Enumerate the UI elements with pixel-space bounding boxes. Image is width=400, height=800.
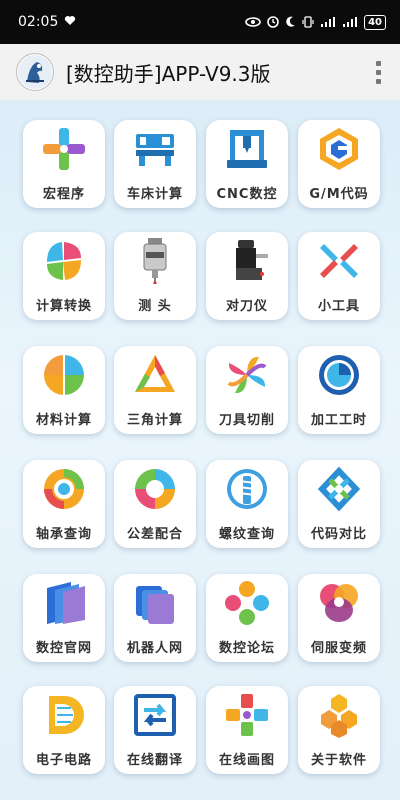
moon-icon — [285, 16, 296, 28]
tile-thread[interactable]: 螺纹查询 — [206, 460, 288, 548]
app-bar: [数控助手]APP-V9.3版 — [0, 44, 400, 100]
vibrate-icon — [302, 16, 314, 28]
tile-material-calc[interactable]: 材料计算 — [23, 346, 105, 434]
tile-tolerance[interactable]: 公差配合 — [114, 460, 196, 548]
tile-label: 三角计算 — [126, 413, 183, 428]
tile-machining-time[interactable]: 加工工时 — [298, 346, 380, 434]
lathe-icon — [132, 126, 178, 172]
thread-icon — [224, 466, 270, 512]
probe-icon — [132, 238, 178, 284]
tile-bearing[interactable]: 轴承查询 — [23, 460, 105, 548]
tile-label: 螺纹查询 — [218, 527, 275, 542]
tool-setter-icon — [224, 238, 270, 284]
tile-label: 刀具切削 — [218, 413, 275, 428]
tile-robot-network[interactable]: 机器人网 — [114, 574, 196, 662]
machining-time-icon — [316, 352, 362, 398]
battery-indicator: 40 — [364, 14, 386, 30]
triangle-icon — [132, 352, 178, 398]
tile-label: 在线翻译 — [126, 753, 183, 768]
tile-macro-program[interactable]: 宏程序 — [23, 120, 105, 208]
tile-servo[interactable]: 伺服变频 — [298, 574, 380, 662]
overflow-menu-button[interactable] — [368, 60, 388, 84]
tile-translate[interactable]: 在线翻译 — [114, 686, 196, 774]
tile-label: 关于软件 — [310, 753, 367, 768]
status-bar: 02:05 40 — [0, 0, 400, 44]
tile-label: 测 头 — [138, 299, 172, 314]
tile-label: 车床计算 — [126, 187, 183, 202]
tile-label: 宏程序 — [42, 187, 85, 202]
tile-tool-setter[interactable]: 对刀仪 — [206, 232, 288, 320]
material-icon — [41, 352, 87, 398]
circuit-icon — [41, 692, 87, 738]
translate-icon — [132, 692, 178, 738]
tile-label: G/M代码 — [309, 187, 369, 202]
app-logo — [16, 53, 54, 91]
cutting-tool-icon — [224, 352, 270, 398]
official-site-icon — [41, 580, 87, 626]
tile-forum[interactable]: 数控论坛 — [206, 574, 288, 662]
tile-circuit[interactable]: 电子电路 — [23, 686, 105, 774]
tile-lathe-calc[interactable]: 车床计算 — [114, 120, 196, 208]
tile-label: 伺服变频 — [310, 641, 367, 656]
tile-cnc[interactable]: CNC数控 — [206, 120, 288, 208]
tile-drawing[interactable]: 在线画图 — [206, 686, 288, 774]
tile-gm-code[interactable]: G/M代码 — [298, 120, 380, 208]
bearing-icon — [41, 466, 87, 512]
macro-program-icon — [41, 126, 87, 172]
code-compare-icon — [316, 466, 362, 512]
tile-about[interactable]: 关于软件 — [298, 686, 380, 774]
about-icon — [316, 692, 362, 738]
tile-label: 材料计算 — [35, 413, 92, 428]
tile-code-compare[interactable]: 代码对比 — [298, 460, 380, 548]
tile-label: 机器人网 — [126, 641, 183, 656]
tools-icon — [316, 238, 362, 284]
tile-label: 公差配合 — [126, 527, 183, 542]
tile-label: 计算转换 — [35, 299, 92, 314]
tile-label: 电子电路 — [35, 753, 92, 768]
tile-official-site[interactable]: 数控官网 — [23, 574, 105, 662]
signal-icon-2 — [342, 16, 358, 28]
eye-icon — [245, 17, 261, 27]
alarm-icon — [267, 16, 279, 28]
heart-icon — [64, 14, 76, 30]
app-title: [数控助手]APP-V9.3版 — [66, 61, 271, 86]
tile-triangle-calc[interactable]: 三角计算 — [114, 346, 196, 434]
robot-network-icon — [132, 580, 178, 626]
tile-label: 轴承查询 — [35, 527, 92, 542]
tile-label: CNC数控 — [216, 187, 278, 202]
tile-label: 对刀仪 — [225, 299, 268, 314]
signal-icon — [320, 16, 336, 28]
forum-icon — [224, 580, 270, 626]
gm-code-icon — [316, 126, 362, 172]
tile-tools[interactable]: 小工具 — [298, 232, 380, 320]
servo-icon — [316, 580, 362, 626]
tile-label: 代码对比 — [310, 527, 367, 542]
tile-label: 小工具 — [317, 299, 360, 314]
cnc-machine-icon — [224, 126, 270, 172]
tile-label: 在线画图 — [218, 753, 275, 768]
tolerance-icon — [132, 466, 178, 512]
tile-label: 数控官网 — [35, 641, 92, 656]
tile-probe[interactable]: 测 头 — [114, 232, 196, 320]
feature-grid: 宏程序 车床计算 CNC数控 G/M代码 计算转换 测 头 对刀仪 小工具 材料… — [0, 100, 400, 800]
tile-label: 数控论坛 — [218, 641, 275, 656]
clock: 02:05 — [18, 14, 59, 30]
tile-cutting-tool[interactable]: 刀具切削 — [206, 346, 288, 434]
tile-conversion[interactable]: 计算转换 — [23, 232, 105, 320]
conversion-icon — [41, 238, 87, 284]
drawing-icon — [224, 692, 270, 738]
tile-label: 加工工时 — [310, 413, 367, 428]
